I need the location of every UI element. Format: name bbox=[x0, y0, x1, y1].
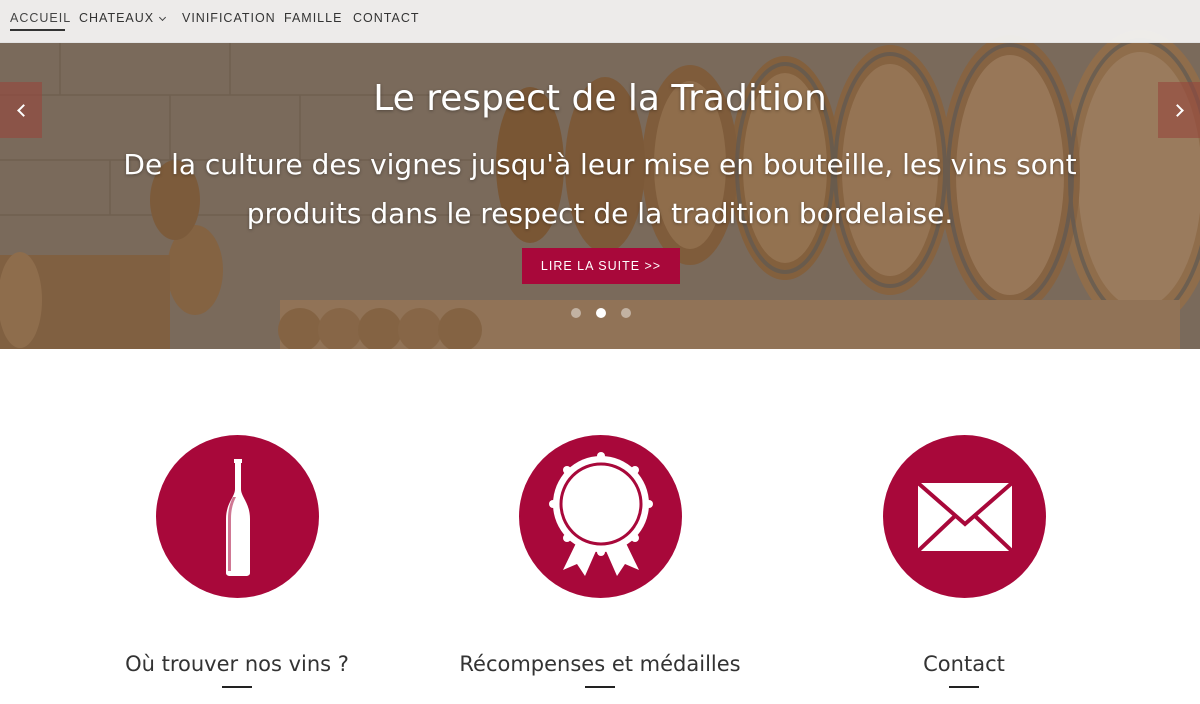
nav-item-famille[interactable]: FAMILLE bbox=[284, 11, 342, 25]
medal-rosette-icon bbox=[548, 451, 653, 576]
nav-active-underline bbox=[10, 29, 65, 31]
wine-bottle-icon bbox=[225, 458, 250, 576]
chevron-down-icon bbox=[159, 13, 167, 22]
nav-item-contact[interactable]: CONTACT bbox=[353, 11, 420, 25]
nav-item-chateaux-label: CHATEAUX bbox=[79, 11, 155, 25]
nav-item-chateaux[interactable]: CHATEAUX bbox=[79, 11, 167, 25]
feature-awards[interactable] bbox=[519, 435, 682, 598]
envelope-icon bbox=[916, 481, 1013, 552]
carousel-dot-2[interactable] bbox=[596, 308, 606, 318]
feature-title-contact[interactable]: Contact bbox=[814, 652, 1114, 676]
divider bbox=[949, 686, 979, 688]
hero-title: Le respect de la Tradition bbox=[373, 78, 827, 119]
carousel-dot-3[interactable] bbox=[621, 308, 631, 318]
feature-contact[interactable] bbox=[883, 435, 1046, 598]
read-more-button[interactable]: LIRE LA SUITE >> bbox=[522, 248, 680, 284]
nav-item-accueil[interactable]: ACCUEIL bbox=[10, 11, 71, 25]
divider bbox=[585, 686, 615, 688]
feature-title-awards[interactable]: Récompenses et médailles bbox=[450, 652, 750, 676]
carousel-dot-1[interactable] bbox=[571, 308, 581, 318]
hero-text: De la culture des vignes jusqu'à leur mi… bbox=[123, 148, 1077, 230]
feature-where-to-buy[interactable] bbox=[156, 435, 319, 598]
divider bbox=[222, 686, 252, 688]
nav-item-vinification[interactable]: VINIFICATION bbox=[182, 11, 276, 25]
top-navigation: ACCUEIL CHATEAUX VINIFICATION FAMILLE CO… bbox=[0, 0, 1200, 43]
feature-title-where-to-buy[interactable]: Où trouver nos vins ? bbox=[87, 652, 387, 676]
hero-carousel: Le respect de la Tradition De la culture… bbox=[0, 0, 1200, 349]
